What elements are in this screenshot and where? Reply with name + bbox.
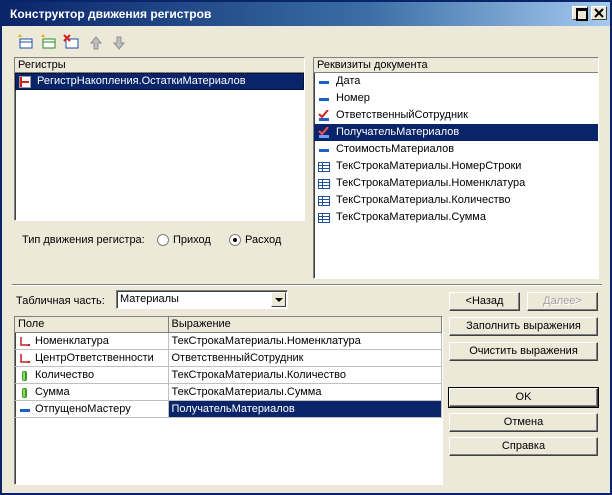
back-button[interactable]: <Назад: [449, 292, 520, 311]
requisite-item-label: ПолучательМатериалов: [336, 126, 460, 138]
table-icon: [318, 178, 330, 190]
delete-icon: [63, 34, 79, 49]
move-down-button[interactable]: [109, 33, 129, 53]
field-label: Сумма: [35, 385, 70, 398]
tabular-part-select[interactable]: Материалы: [116, 290, 288, 309]
chevron-down-icon[interactable]: [271, 292, 286, 307]
register-item-label: РегистрНакопления.ОстаткиМатериалов: [37, 75, 246, 87]
expression-cell[interactable]: ОтветственныйСотрудник: [168, 349, 442, 367]
expression-cell[interactable]: ТекСтрокаМатериалы.Сумма: [168, 383, 442, 401]
close-icon: [594, 8, 604, 18]
table-row[interactable]: Сумма ТекСтрокаМатериалы.Сумма: [15, 383, 442, 401]
dimension-icon: [19, 336, 31, 348]
register-item[interactable]: РегистрНакопления.ОстаткиМатериалов: [15, 73, 304, 90]
delete-button[interactable]: [62, 33, 82, 53]
accumulation-register-icon: [19, 76, 31, 88]
close-button[interactable]: [591, 6, 607, 20]
dimension-icon: [19, 353, 31, 365]
registers-panel[interactable]: Регистры РегистрНакопления.ОстаткиМатери…: [14, 57, 305, 221]
requisite-item-label: Дата: [336, 75, 361, 87]
fill-expressions-button[interactable]: Заполнить выражения: [449, 317, 598, 336]
field-cell: Номенклатура: [15, 332, 169, 350]
column-header-field[interactable]: Поле: [15, 317, 169, 333]
requisite-item[interactable]: Номер: [314, 90, 598, 107]
ok-button[interactable]: OK: [448, 387, 599, 408]
requisite-item-label: ОтветственныйСотрудник: [336, 109, 468, 121]
next-button[interactable]: Далее>: [527, 292, 598, 311]
requisite-item[interactable]: ТекСтрокаМатериалы.Номенклатура: [314, 175, 598, 192]
field-label: ЦентрОтветственности: [35, 351, 154, 364]
resource-icon: [19, 387, 31, 399]
field-label: Количество: [35, 368, 95, 381]
add-register-icon: [41, 34, 56, 49]
expression-cell[interactable]: ТекСтрокаМатериалы.Количество: [168, 366, 442, 384]
dialog-window: Конструктор движения регистров Регистры …: [0, 0, 612, 495]
expressions-table[interactable]: Поле Выражение Номенклатура ТекСтрокаМат…: [14, 316, 443, 485]
clear-expressions-button[interactable]: Очистить выражения: [449, 342, 598, 361]
requisites-header: Реквизиты документа: [314, 58, 598, 73]
attribute-icon: [318, 76, 330, 88]
expressions-grid: Поле Выражение Номенклатура ТекСтрокаМат…: [15, 317, 442, 418]
radio-income[interactable]: [157, 234, 169, 246]
cancel-button[interactable]: Отмена: [449, 413, 598, 432]
requisite-item[interactable]: ОтветственныйСотрудник: [314, 107, 598, 124]
table-icon: [318, 161, 330, 173]
requisite-item-label: ТекСтрокаМатериалы.НомерСтроки: [336, 160, 522, 172]
requisite-item[interactable]: ТекСтрокаМатериалы.Количество: [314, 192, 598, 209]
move-up-button[interactable]: [86, 33, 106, 53]
requisite-item-label: ТекСтрокаМатериалы.Номенклатура: [336, 177, 526, 189]
field-label: Номенклатура: [35, 334, 109, 347]
radio-expense[interactable]: [229, 234, 241, 246]
requisite-item-label: СтоимостьМатериалов: [336, 143, 455, 155]
tabular-part-value: Материалы: [120, 293, 179, 305]
column-header-expression[interactable]: Выражение: [168, 317, 442, 333]
requisite-item[interactable]: ТекСтрокаМатериалы.НомерСтроки: [314, 158, 598, 175]
requisite-item[interactable]: СтоимостьМатериалов: [314, 141, 598, 158]
divider: [12, 284, 602, 286]
field-cell: Сумма: [15, 383, 169, 401]
table-icon: [318, 195, 330, 207]
attribute-icon: [19, 404, 31, 416]
add-register-button[interactable]: [39, 33, 59, 53]
requisite-item-label: ТекСтрокаМатериалы.Количество: [336, 194, 511, 206]
checked-attribute-icon: [318, 109, 330, 122]
radio-income-label[interactable]: Приход: [173, 234, 211, 246]
radio-expense-label[interactable]: Расход: [245, 234, 281, 246]
requisite-item-label: Номер: [336, 92, 370, 104]
add-button[interactable]: [16, 33, 36, 53]
table-row[interactable]: Номенклатура ТекСтрокаМатериалы.Номенкла…: [15, 332, 442, 350]
expression-cell[interactable]: ПолучательМатериалов: [168, 400, 442, 418]
table-row[interactable]: ОтпущеноМастеру ПолучательМатериалов: [15, 400, 442, 418]
field-cell: ОтпущеноМастеру: [15, 400, 169, 418]
move-up-icon: [89, 36, 103, 50]
field-cell: Количество: [15, 366, 169, 384]
registers-header: Регистры: [15, 58, 304, 73]
table-header-row: Поле Выражение: [15, 317, 442, 333]
attribute-icon: [318, 93, 330, 105]
table-row[interactable]: Количество ТекСтрокаМатериалы.Количество: [15, 366, 442, 384]
resource-icon: [19, 370, 31, 382]
table-row[interactable]: ЦентрОтветственности ОтветственныйСотруд…: [15, 349, 442, 367]
tabular-part-label: Табличная часть:: [16, 295, 105, 307]
requisite-item[interactable]: ТекСтрокаМатериалы.Сумма: [314, 209, 598, 226]
table-icon: [318, 212, 330, 224]
expression-cell[interactable]: ТекСтрокаМатериалы.Номенклатура: [168, 332, 442, 350]
field-cell: ЦентрОтветственности: [15, 349, 169, 367]
requisites-panel[interactable]: Реквизиты документа Дата Номер Ответстве…: [313, 57, 599, 279]
title-bar[interactable]: Конструктор движения регистров: [2, 2, 610, 26]
help-button[interactable]: Справка: [449, 437, 598, 456]
window-title: Конструктор движения регистров: [10, 7, 212, 21]
requisite-item[interactable]: ПолучательМатериалов: [314, 124, 598, 141]
maximize-button[interactable]: [572, 6, 588, 21]
checked-attribute-icon: [318, 126, 330, 139]
requisite-item[interactable]: Дата: [314, 73, 598, 90]
movement-type-label: Тип движения регистра:: [22, 234, 145, 246]
attribute-icon: [318, 144, 330, 156]
field-label: ОтпущеноМастеру: [35, 402, 131, 415]
requisite-item-label: ТекСтрокаМатериалы.Сумма: [336, 211, 486, 223]
move-down-icon: [112, 36, 126, 50]
add-icon: [18, 34, 33, 49]
